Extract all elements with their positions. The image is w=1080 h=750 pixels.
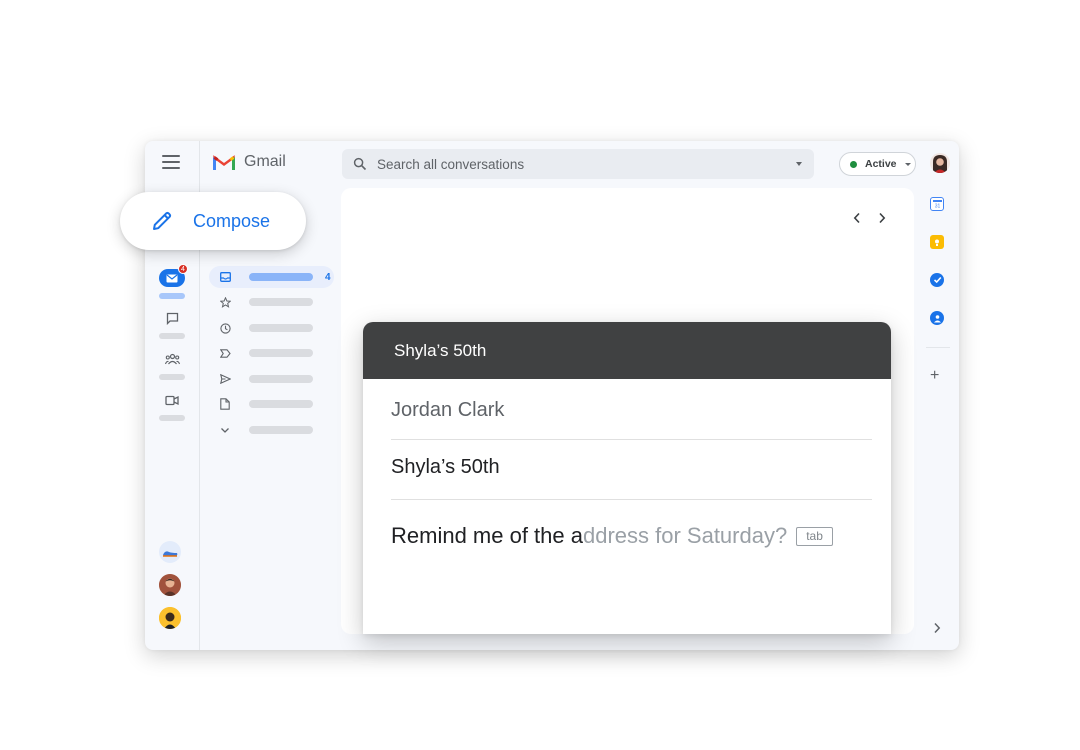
next-icon[interactable]	[874, 210, 890, 226]
gmail-logo[interactable]: Gmail	[213, 153, 286, 171]
contacts-icon[interactable]	[930, 311, 944, 325]
rail-spaces[interactable]	[157, 350, 187, 380]
message-body[interactable]: Remind me of the a ddress for Saturday? t…	[391, 523, 833, 549]
status-selector[interactable]: Active	[839, 152, 916, 176]
nav-item-snoozed[interactable]	[209, 317, 334, 339]
addon-divider	[926, 347, 950, 348]
spaces-icon	[159, 350, 185, 368]
contact-avatar-yellow[interactable]	[159, 607, 181, 629]
contact-avatar-man[interactable]	[159, 574, 181, 596]
rail-label-meet	[159, 415, 185, 421]
inbox-icon	[218, 270, 232, 284]
video-icon	[159, 391, 185, 409]
to-field[interactable]: Jordan Clark	[391, 379, 872, 440]
expand-panel-icon[interactable]	[933, 621, 941, 639]
nav-item-more[interactable]	[209, 419, 334, 441]
menu-icon[interactable]	[162, 155, 180, 169]
nav-item-starred[interactable]	[209, 291, 334, 313]
app-name: Gmail	[244, 153, 286, 170]
nav-label-starred	[249, 298, 313, 306]
compose-window-title: Shyla’s 50th	[394, 340, 487, 360]
subject-field[interactable]: Shyla’s 50th	[391, 440, 872, 500]
subject-text[interactable]: Shyla’s 50th	[391, 456, 500, 479]
unread-badge: 4	[178, 264, 188, 274]
nav-item-important[interactable]	[209, 342, 334, 364]
tab-key-hint: tab	[796, 526, 833, 546]
rail-label-chat	[159, 333, 185, 339]
rail-chat[interactable]	[157, 309, 187, 339]
nav-label-important	[249, 349, 313, 357]
search-bar[interactable]: Search all conversations	[342, 149, 814, 179]
pencil-icon	[153, 211, 172, 230]
rail-meet[interactable]	[157, 391, 187, 421]
compose-label: Compose	[193, 210, 271, 231]
smart-compose-suggestion: ddress for Saturday?	[582, 523, 788, 548]
compose-button[interactable]: Compose	[120, 192, 306, 250]
svg-text:31: 31	[934, 204, 940, 209]
nav-item-inbox[interactable]: 4	[209, 266, 334, 288]
nav-label-drafts	[249, 400, 313, 408]
typed-text: Remind me of the a	[391, 523, 583, 548]
search-input[interactable]: Search all conversations	[377, 157, 796, 172]
status-label: Active	[865, 158, 897, 170]
inbox-count: 4	[325, 271, 331, 283]
nav-item-sent[interactable]	[209, 368, 334, 390]
status-dot	[850, 160, 857, 168]
search-icon	[353, 157, 367, 171]
compose-window: Shyla’s 50th Jordan Clark Shyla’s 50th R…	[363, 322, 891, 634]
draft-icon	[218, 397, 232, 411]
rail-mail[interactable]: 4	[157, 264, 188, 299]
nav-label-sent	[249, 375, 313, 383]
compose-window-header[interactable]: Shyla’s 50th	[363, 322, 891, 379]
to-recipient[interactable]: Jordan Clark	[391, 399, 504, 422]
nav-item-drafts[interactable]	[209, 393, 334, 415]
rail-label-spaces	[159, 374, 185, 380]
search-options-icon[interactable]	[796, 162, 802, 166]
add-addon-icon[interactable]: +	[930, 368, 939, 384]
prev-icon[interactable]	[849, 210, 865, 226]
contact-avatar-shoe[interactable]	[159, 541, 181, 563]
chevron-down-icon	[218, 423, 232, 437]
nav-label-more	[249, 426, 313, 434]
clock-icon	[218, 321, 232, 335]
nav-label-snoozed	[249, 324, 313, 332]
account-avatar[interactable]	[930, 153, 950, 173]
nav-label-inbox	[249, 273, 313, 281]
gmail-m-icon	[213, 154, 235, 170]
chevron-down-icon	[904, 162, 911, 166]
calendar-icon[interactable]: 31	[930, 197, 944, 211]
rail-label-mail	[159, 293, 185, 299]
send-icon	[218, 372, 232, 386]
mail-icon: 4	[159, 264, 188, 287]
chat-icon	[159, 309, 185, 327]
keep-icon[interactable]	[930, 235, 944, 249]
important-icon	[218, 346, 232, 360]
tasks-icon[interactable]	[930, 273, 944, 287]
star-icon	[218, 295, 232, 309]
